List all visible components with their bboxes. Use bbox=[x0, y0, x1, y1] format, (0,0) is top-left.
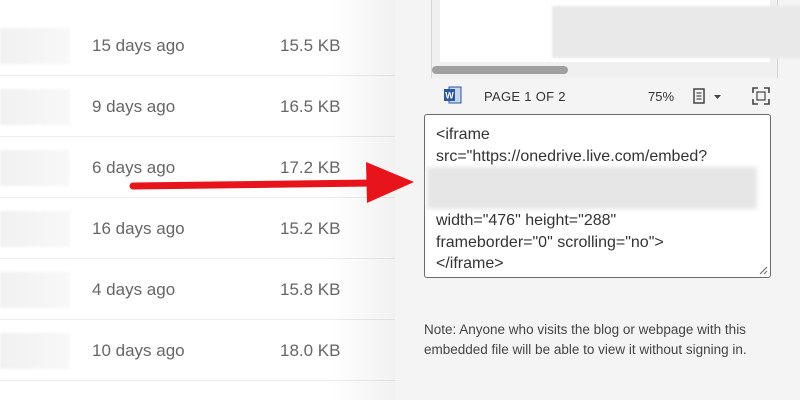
red-arrow-annotation bbox=[129, 162, 414, 203]
